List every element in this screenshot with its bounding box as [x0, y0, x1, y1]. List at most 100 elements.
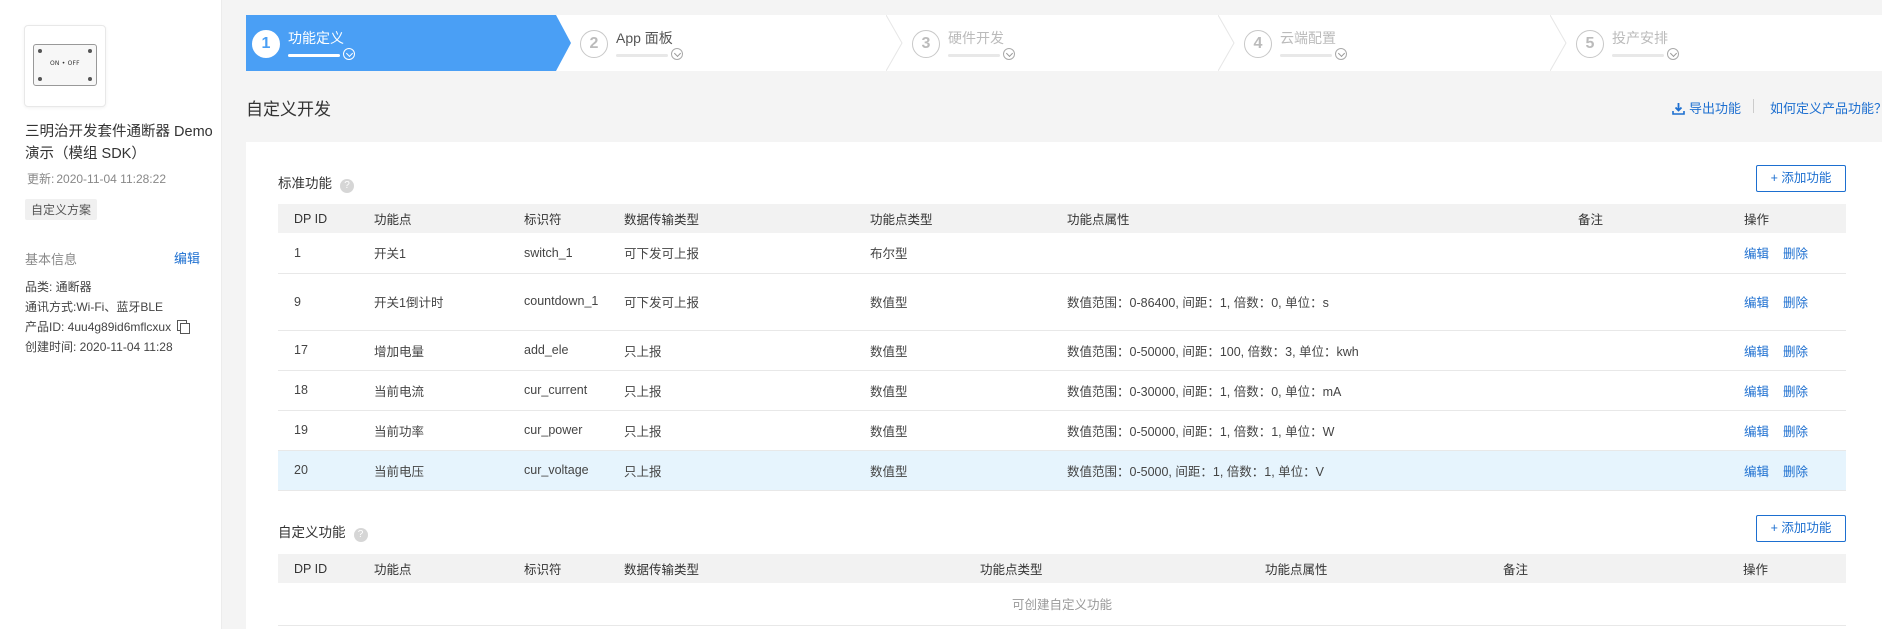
dp-attr [1051, 233, 1562, 274]
delete-link[interactable]: 删除 [1783, 296, 1808, 310]
content-card: 标准功能? + 添加功能 DP ID 功能点 标识符 数据传输类型 功能点类型 … [246, 142, 1882, 629]
dp-id: 9 [278, 273, 358, 331]
dp-type: 数值型 [854, 273, 1051, 331]
step-3[interactable]: 3 硬件开发 [906, 15, 1236, 71]
dp-name: 开关1倒计时 [358, 273, 508, 331]
delete-link[interactable]: 删除 [1783, 425, 1808, 439]
step-label: 硬件开发 [948, 30, 1004, 46]
dp-type: 数值型 [854, 330, 1051, 371]
step-divider [1550, 15, 1568, 71]
chevron-down-icon [671, 48, 683, 60]
dp-type: 数值型 [854, 450, 1051, 491]
export-functions-link[interactable]: 导出功能 [1672, 98, 1741, 117]
delete-link[interactable]: 删除 [1783, 345, 1808, 359]
row-actions: 编辑 删除 [1728, 450, 1846, 491]
edit-link[interactable]: 编辑 [1744, 296, 1769, 310]
standard-functions-table: DP ID 功能点 标识符 数据传输类型 功能点类型 功能点属性 备注 操作 1… [278, 204, 1846, 491]
row-actions: 编辑 删除 [1728, 233, 1846, 274]
column-header: 操作 [1728, 204, 1846, 233]
column-header: DP ID [278, 554, 358, 583]
updated-value: 2020-11-04 11:28:22 [56, 172, 166, 186]
dp-attr: 数值范围：0-50000, 间距：1, 倍数：1, 单位：W [1051, 410, 1562, 451]
step-5[interactable]: 5 投产安排 [1570, 15, 1882, 71]
step-2[interactable]: 2 App 面板 [574, 15, 904, 71]
edit-link[interactable]: 编辑 [1744, 465, 1769, 479]
how-to-define-link[interactable]: 如何定义产品功能？ [1770, 98, 1882, 117]
dp-note [1562, 233, 1728, 274]
header-divider [1753, 99, 1754, 113]
edit-link[interactable]: 编辑 [1744, 247, 1769, 261]
dp-code: countdown_1 [508, 273, 608, 331]
row-actions: 编辑 删除 [1728, 273, 1846, 331]
sidebar: ON • OFF 三明治开发套件通断器 Demo 演示（模组 SDK） 更新: 2… [0, 0, 222, 629]
standard-functions-title: 标准功能? [278, 172, 354, 193]
table-row: 19 当前功率 cur_power 只上报 数值型 数值范围：0-50000, … [278, 410, 1846, 451]
chevron-down-icon [1667, 48, 1679, 60]
row-actions: 编辑 删除 [1728, 410, 1846, 451]
dp-trans: 只上报 [608, 410, 854, 451]
dp-name: 当前电流 [358, 370, 508, 411]
copy-icon[interactable] [177, 320, 191, 334]
updated-label: 更新: [27, 172, 55, 186]
dp-id: 1 [278, 233, 358, 274]
step-number: 4 [1244, 30, 1272, 58]
column-header: DP ID [278, 204, 358, 233]
table-row: 9 开关1倒计时 countdown_1 可下发可上报 数值型 数值范围：0-8… [278, 273, 1846, 331]
updated-time: 更新: 2020-11-04 11:28:22 [25, 170, 166, 187]
device-illustration: ON • OFF [33, 44, 97, 86]
column-header: 数据传输类型 [608, 554, 964, 583]
dp-attr: 数值范围：0-5000, 间距：1, 倍数：1, 单位：V [1051, 450, 1562, 491]
edit-link[interactable]: 编辑 [1744, 345, 1769, 359]
edit-link[interactable]: 编辑 [1744, 385, 1769, 399]
help-icon[interactable]: ? [353, 528, 368, 542]
dp-attr: 数值范围：0-30000, 间距：1, 倍数：0, 单位：mA [1051, 370, 1562, 411]
add-standard-function-button[interactable]: + 添加功能 [1756, 165, 1846, 192]
row-actions: 编辑 删除 [1728, 330, 1846, 371]
empty-row: 可创建自定义功能 [278, 583, 1846, 626]
step-progress [1612, 54, 1664, 57]
download-icon [1672, 103, 1685, 115]
column-header: 标识符 [508, 554, 608, 583]
column-header: 备注 [1487, 554, 1727, 583]
device-label: ON • OFF [50, 60, 80, 67]
add-custom-function-button[interactable]: + 添加功能 [1756, 515, 1846, 542]
column-header: 功能点类型 [854, 204, 1051, 233]
dp-code: cur_voltage [508, 450, 608, 491]
dp-trans: 可下发可上报 [608, 233, 854, 274]
basic-info-title: 基本信息 [25, 252, 78, 267]
dp-note [1562, 273, 1728, 331]
table-header-row: DP ID 功能点 标识符 数据传输类型 功能点类型 功能点属性 备注 操作 [278, 204, 1846, 233]
column-header: 功能点属性 [1249, 554, 1487, 583]
dp-code: switch_1 [508, 233, 608, 274]
help-icon[interactable]: ? [340, 179, 354, 193]
column-header: 功能点 [358, 554, 508, 583]
dp-name: 当前功率 [358, 410, 508, 451]
dp-note [1562, 450, 1728, 491]
delete-link[interactable]: 删除 [1783, 385, 1808, 399]
table-row: 18 当前电流 cur_current 只上报 数值型 数值范围：0-30000… [278, 370, 1846, 411]
dp-type: 数值型 [854, 370, 1051, 411]
edit-basic-info-link[interactable]: 编辑 [174, 248, 200, 267]
custom-functions-title: 自定义功能? [278, 521, 368, 542]
step-number: 2 [580, 30, 608, 58]
product-name: 三明治开发套件通断器 Demo 演示（模组 SDK） [25, 124, 213, 162]
dp-note [1562, 370, 1728, 411]
dp-trans: 只上报 [608, 370, 854, 411]
row-actions: 编辑 删除 [1728, 370, 1846, 411]
delete-link[interactable]: 删除 [1783, 247, 1808, 261]
step-progress [948, 54, 1000, 57]
edit-link[interactable]: 编辑 [1744, 425, 1769, 439]
dp-id: 19 [278, 410, 358, 451]
dp-name: 增加电量 [358, 330, 508, 371]
dp-attr: 数值范围：0-86400, 间距：1, 倍数：0, 单位：s [1051, 273, 1562, 331]
delete-link[interactable]: 删除 [1783, 465, 1808, 479]
table-header-row: DP ID 功能点 标识符 数据传输类型 功能点类型 功能点属性 备注 操作 [278, 554, 1846, 583]
category-info: 品类: 通断器 [25, 280, 92, 294]
step-4[interactable]: 4 云端配置 [1238, 15, 1568, 71]
dp-id: 18 [278, 370, 358, 411]
chevron-down-icon [1335, 48, 1347, 60]
column-header: 操作 [1727, 554, 1846, 583]
step-1[interactable]: 1 功能定义 [246, 15, 571, 71]
solution-tag: 自定义方案 [25, 199, 98, 220]
step-number: 5 [1576, 30, 1604, 58]
